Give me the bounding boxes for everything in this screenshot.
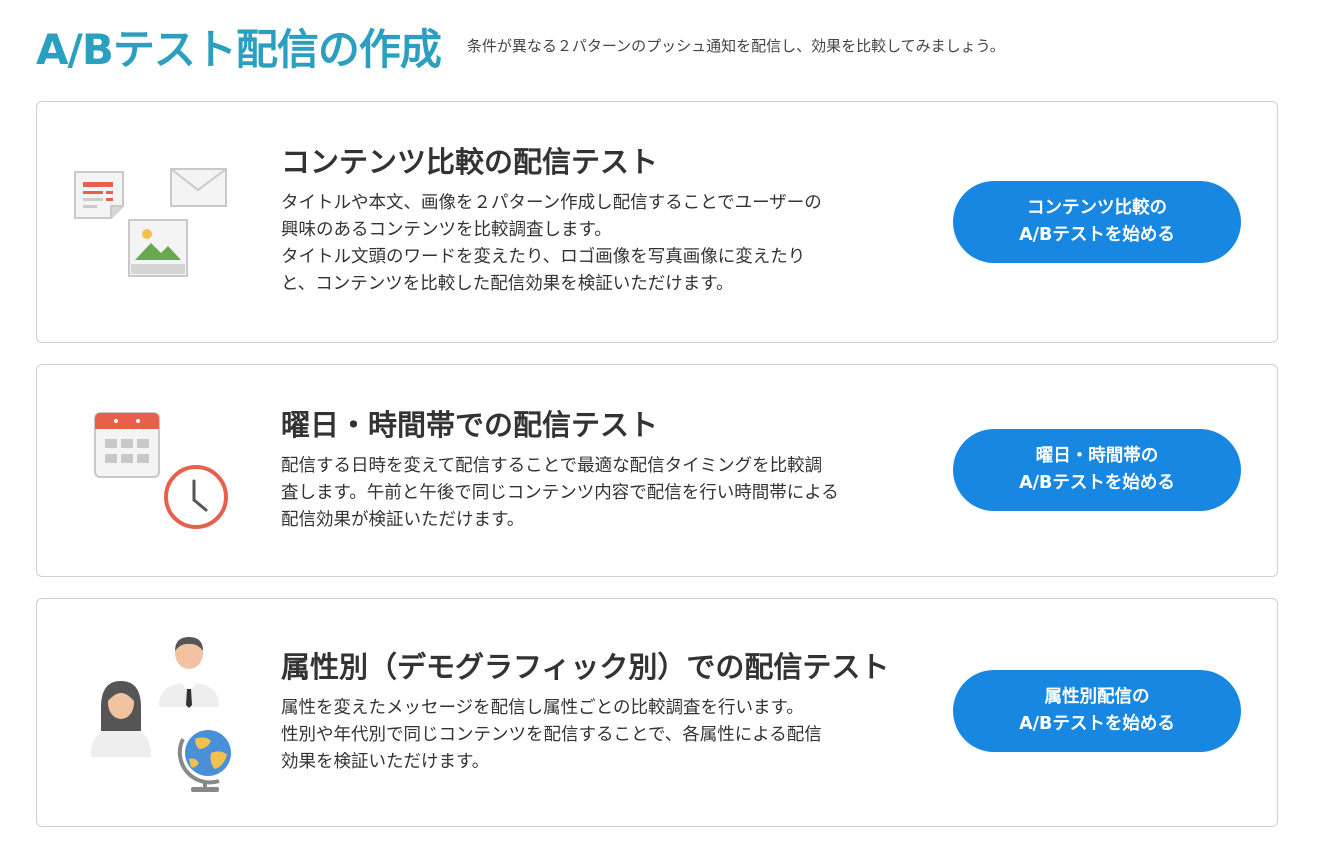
schedule-test-card: 曜日・時間帯での配信テスト 配信する日時を変えて配信することで最適な配信タイミン… <box>36 364 1278 577</box>
button-label-line2: A/Bテストを始める <box>1019 714 1175 734</box>
button-label-line1: 曜日・時間帯の <box>1035 446 1159 466</box>
description-line: 配信効果が検証いただけます。 <box>281 510 525 530</box>
page-header: A/Bテスト配信の作成 条件が異なる２パターンのプッシュ通知を配信し、効果を比較… <box>36 22 1005 82</box>
description-line: 属性を変えたメッセージを配信し属性ごとの比較調査を行います。 <box>281 698 804 718</box>
content-test-card: コンテンツ比較の配信テスト タイトルや本文、画像を２パターン作成し配信することで… <box>36 101 1278 343</box>
page-title: A/Bテスト配信の作成 <box>36 25 442 74</box>
button-label-line2: A/Bテストを始める <box>1019 225 1175 245</box>
description-line: 配信する日時を変えて配信することで最適な配信タイミングを比較調 <box>281 456 823 476</box>
start-demographic-ab-test-button[interactable]: 属性別配信の A/Bテストを始める <box>953 670 1241 752</box>
button-label-line1: コンテンツ比較の <box>1027 198 1167 218</box>
card-description: タイトルや本文、画像を２パターン作成し配信することでユーザーの 興味のあるコンテ… <box>281 190 931 298</box>
calendar-clock-icon <box>71 409 231 538</box>
button-label-line2: A/Bテストを始める <box>1019 473 1175 493</box>
card-description: 属性を変えたメッセージを配信し属性ごとの比較調査を行います。 性別や年代別で同じ… <box>281 695 931 776</box>
card-title: コンテンツ比較の配信テスト <box>281 145 659 179</box>
description-line: 査します。午前と午後で同じコンテンツ内容で配信を行い時間帯による <box>281 483 839 503</box>
page-subtitle: 条件が異なる２パターンのプッシュ通知を配信し、効果を比較してみましょう。 <box>466 37 1005 55</box>
content-documents-icon <box>71 164 231 283</box>
card-title: 曜日・時間帯での配信テスト <box>281 408 659 442</box>
demographic-test-card: 属性別（デモグラフィック別）での配信テスト 属性を変えたメッセージを配信し属性ご… <box>36 598 1278 827</box>
people-globe-icon <box>71 635 241 799</box>
description-line: タイトル文頭のワードを変えたり、ロゴ画像を写真画像に変えたり <box>281 247 806 267</box>
description-line: と、コンテンツを比較した配信効果を検証いただけます。 <box>281 274 734 294</box>
start-schedule-ab-test-button[interactable]: 曜日・時間帯の A/Bテストを始める <box>953 429 1241 511</box>
description-line: 興味のあるコンテンツを比較調査します。 <box>281 220 612 240</box>
description-line: 性別や年代別で同じコンテンツを配信することで、各属性による配信 <box>281 725 822 745</box>
card-title: 属性別（デモグラフィック別）での配信テスト <box>281 650 890 684</box>
card-description: 配信する日時を変えて配信することで最適な配信タイミングを比較調 査します。午前と… <box>281 453 931 534</box>
description-line: タイトルや本文、画像を２パターン作成し配信することでユーザーの <box>281 193 822 213</box>
description-line: 効果を検証いただけます。 <box>281 752 490 772</box>
button-label-line1: 属性別配信の <box>1044 687 1150 707</box>
start-content-ab-test-button[interactable]: コンテンツ比較の A/Bテストを始める <box>953 181 1241 263</box>
